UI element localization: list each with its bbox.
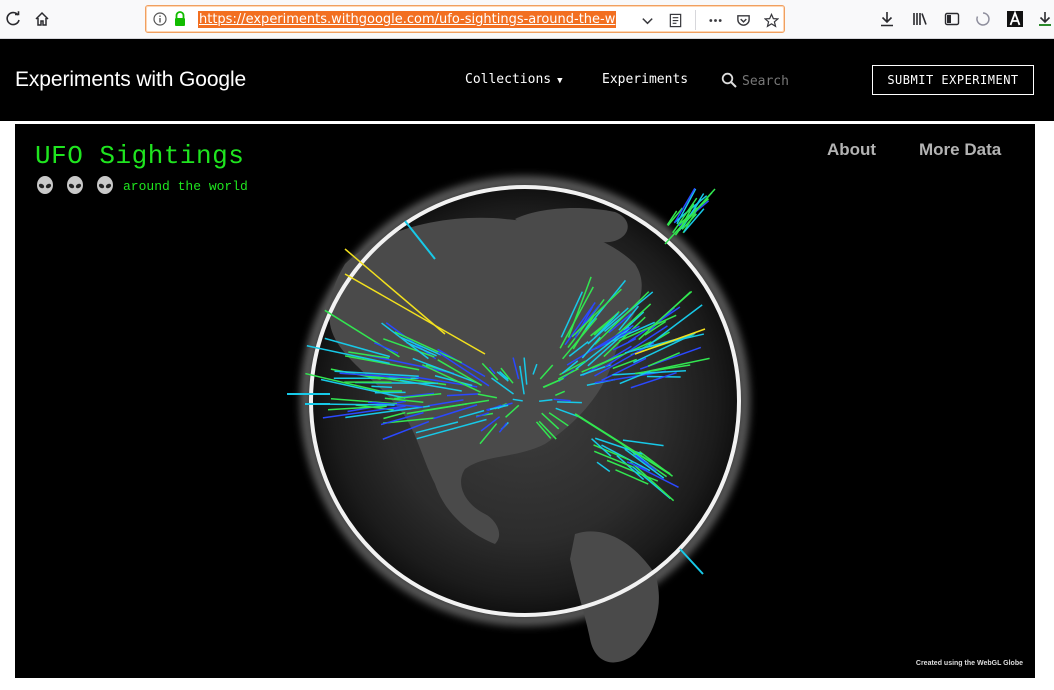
url-bar[interactable]: https://experiments.withgoogle.com/ufo-s… bbox=[145, 5, 785, 33]
star-icon[interactable] bbox=[762, 11, 780, 29]
site-title[interactable]: Experiments with Google bbox=[15, 68, 246, 92]
accessibility-icon[interactable] bbox=[1004, 8, 1026, 30]
globe-visualization[interactable] bbox=[15, 124, 1035, 678]
urlbar-separator bbox=[695, 10, 696, 30]
webgl-globe-credit: Created using the WebGL Globe bbox=[915, 660, 1023, 667]
alien-icon bbox=[67, 176, 83, 194]
pocket-icon[interactable] bbox=[734, 11, 752, 29]
nav-experiments[interactable]: Experiments bbox=[602, 72, 688, 87]
download-progress-icon[interactable] bbox=[1034, 8, 1054, 30]
experiment-title: UFO Sightings bbox=[35, 141, 245, 171]
more-icon[interactable] bbox=[706, 11, 724, 29]
sighting-spike bbox=[679, 548, 704, 575]
browser-toolbar: https://experiments.withgoogle.com/ufo-s… bbox=[0, 0, 1054, 39]
lock-icon[interactable] bbox=[173, 11, 187, 27]
experiment-subtitle: around the world bbox=[35, 176, 248, 196]
reload-icon[interactable] bbox=[2, 8, 24, 30]
about-link[interactable]: About bbox=[827, 140, 876, 160]
home-icon[interactable] bbox=[31, 8, 53, 30]
search-input[interactable] bbox=[742, 71, 852, 91]
submit-experiment-button[interactable]: SUBMIT EXPERIMENT bbox=[872, 65, 1034, 95]
spinner-icon bbox=[972, 8, 994, 30]
download-icon[interactable] bbox=[876, 8, 898, 30]
url-text[interactable]: https://experiments.withgoogle.com/ufo-s… bbox=[198, 11, 617, 28]
library-icon[interactable] bbox=[909, 8, 931, 30]
sidebar-icon[interactable] bbox=[941, 8, 963, 30]
nav-collections[interactable]: Collections ▼ bbox=[465, 72, 563, 87]
experiment-frame[interactable]: UFO Sightings around the world About Mor… bbox=[15, 124, 1035, 678]
alien-icon bbox=[97, 176, 113, 194]
search-icon[interactable] bbox=[721, 72, 737, 88]
alien-icon bbox=[37, 176, 53, 194]
sighting-spike bbox=[680, 193, 705, 230]
nav-collections-label: Collections bbox=[465, 72, 552, 87]
caret-down-icon: ▼ bbox=[557, 76, 563, 86]
more-data-link[interactable]: More Data bbox=[919, 140, 1001, 160]
info-icon[interactable] bbox=[153, 12, 167, 26]
sighting-spike bbox=[557, 401, 582, 404]
reader-icon[interactable] bbox=[666, 11, 684, 29]
experiment-subtitle-text: around the world bbox=[123, 178, 248, 194]
site-header: Experiments with Google Collections ▼ Exp… bbox=[0, 39, 1054, 121]
chevron-down-icon[interactable] bbox=[638, 11, 656, 29]
